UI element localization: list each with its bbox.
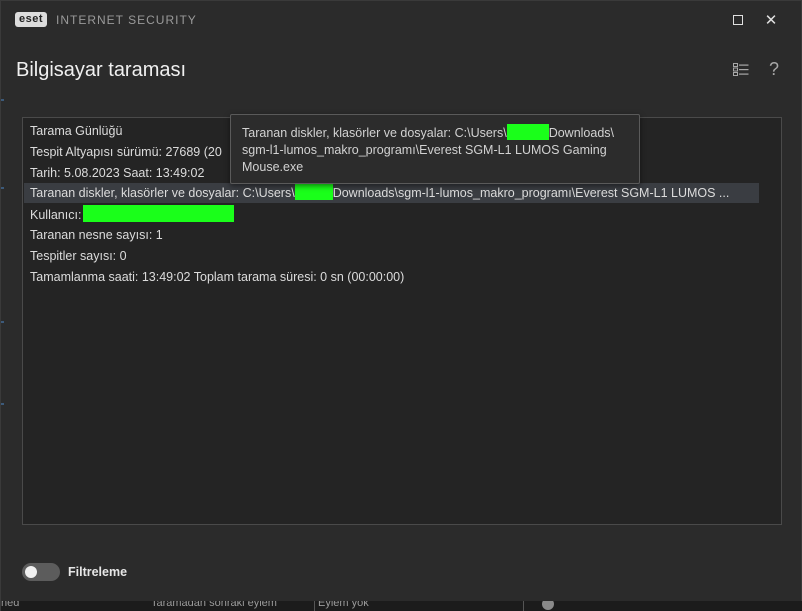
tooltip-suffix: Downloads\ xyxy=(548,126,615,140)
scan-window: eset INTERNET SECURITY ✕ Bilgisayar tara… xyxy=(0,0,802,611)
tooltip-redacted-username xyxy=(506,124,549,140)
toggle-knob xyxy=(25,566,37,578)
help-button[interactable]: ? xyxy=(763,58,785,80)
log-scrollbar[interactable] xyxy=(761,118,781,524)
edge-marker xyxy=(1,187,4,189)
redacted-user-value xyxy=(83,205,235,222)
log-line-detection-count: Tespitler sayısı: 0 xyxy=(30,249,127,263)
maximize-icon xyxy=(733,15,743,25)
page-title: Bilgisayar taraması xyxy=(16,59,187,81)
background-window-strip: ned Taramadan sonraki eylem Eylem yok xyxy=(1,601,802,611)
tooltip-line-3: Mouse.exe xyxy=(242,160,304,174)
redacted-username xyxy=(294,183,333,200)
path-tooltip: Taranan diskler, klasörler ve dosyalar: … xyxy=(230,114,640,184)
log-line-engine: Tespit Altyapısı sürümü: 27689 (20 xyxy=(30,145,222,159)
close-button[interactable]: ✕ xyxy=(757,7,785,33)
log-line-completion: Tamamlanma saati: 13:49:02 Toplam tarama… xyxy=(30,270,405,284)
log-line-scanned-targets[interactable]: Taranan diskler, klasörler ve dosyalar: … xyxy=(24,183,759,203)
tooltip-line-1: Taranan diskler, klasörler ve dosyalar: … xyxy=(242,124,628,142)
filter-toggle[interactable] xyxy=(22,563,60,581)
list-view-icon xyxy=(733,62,749,76)
help-icon: ? xyxy=(768,59,779,79)
edge-marker xyxy=(1,403,4,405)
edge-marker xyxy=(1,99,4,101)
log-line-user: Kullanıcı: xyxy=(30,205,235,225)
edge-marker xyxy=(1,321,4,323)
tooltip-prefix: Taranan diskler, klasörler ve dosyalar: … xyxy=(242,126,507,140)
info-icon[interactable] xyxy=(542,601,554,610)
title-bar: eset INTERNET SECURITY ✕ xyxy=(1,1,801,39)
log-line-object-count: Taranan nesne sayısı: 1 xyxy=(30,228,163,242)
maximize-button[interactable] xyxy=(724,7,752,33)
product-name: INTERNET SECURITY xyxy=(56,13,197,27)
tooltip-line-2: sgm-l1-lumos_makro_programı\Everest SGM-… xyxy=(242,143,607,157)
close-icon: ✕ xyxy=(764,10,778,29)
after-scan-label: Taramadan sonraki eylem xyxy=(151,601,277,609)
list-view-button[interactable] xyxy=(730,58,752,80)
bottom-fragment: ned xyxy=(1,601,20,609)
scanned-suffix: Downloads\sgm-l1-lumos_makro_programı\Ev… xyxy=(332,186,730,200)
filter-label: Filtreleme xyxy=(68,565,128,579)
log-line-date: Tarih: 5.08.2023 Saat: 13:49:02 xyxy=(30,166,205,180)
after-scan-value: Eylem yok xyxy=(318,601,369,609)
eset-logo: eset xyxy=(15,12,48,27)
after-scan-select[interactable]: Eylem yok xyxy=(314,601,524,611)
user-label: Kullanıcı: xyxy=(30,208,82,222)
log-line-title: Tarama Günlüğü xyxy=(30,124,123,138)
scanned-prefix: Taranan diskler, klasörler ve dosyalar: … xyxy=(30,186,295,200)
